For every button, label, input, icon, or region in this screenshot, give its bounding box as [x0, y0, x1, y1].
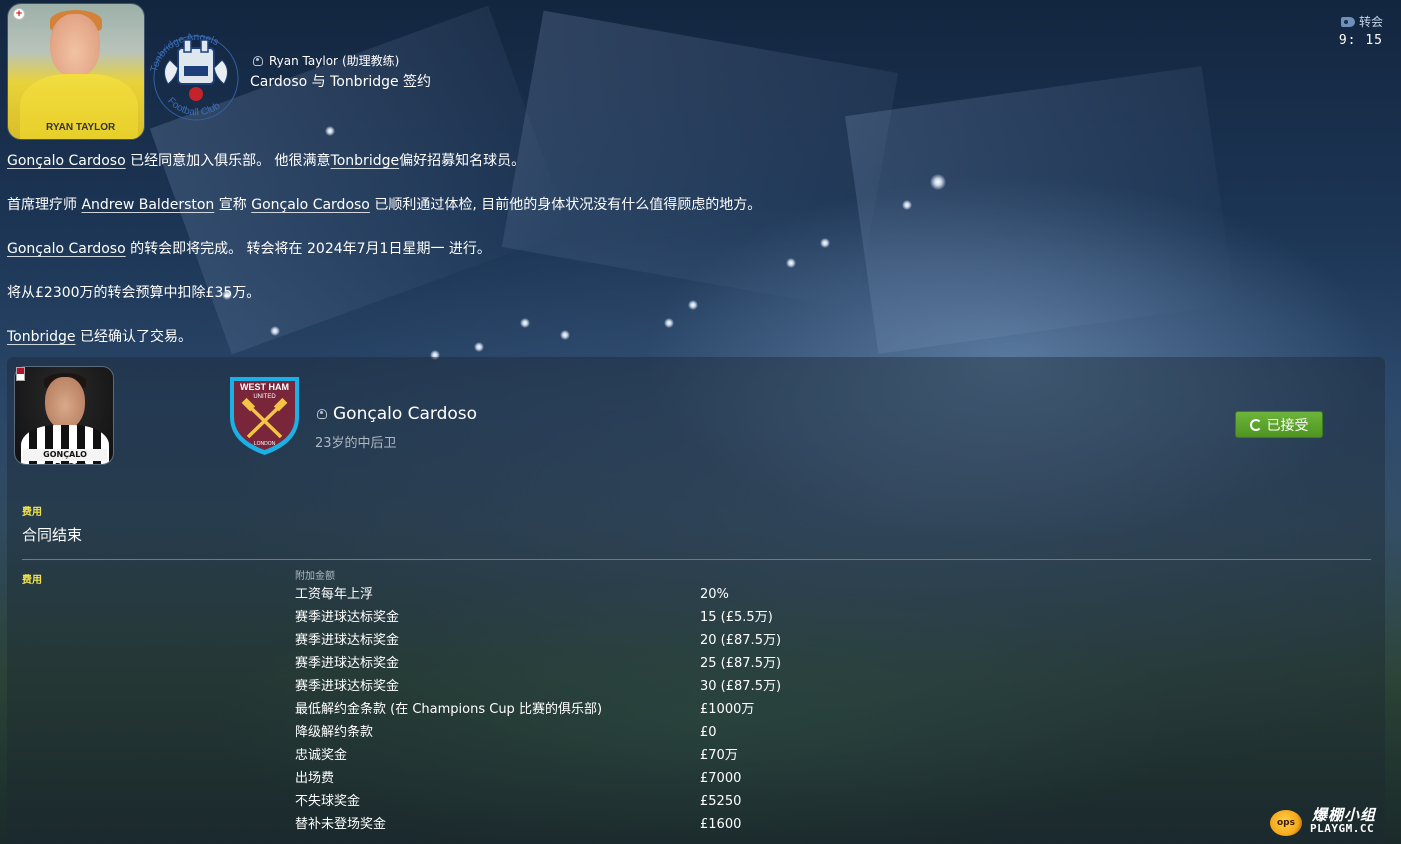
category-tag-label: 转会 — [1358, 15, 1383, 29]
player-description: 23岁的中后卫 — [315, 436, 397, 451]
watermark-logo-icon: ops — [1270, 810, 1302, 836]
news-author[interactable]: Ryan Taylor (助理教练) — [253, 52, 431, 69]
clause-value: 20 (£87.5万) — [700, 633, 782, 648]
author-name[interactable]: Ryan Taylor — [269, 54, 338, 68]
england-flag-icon: + — [13, 8, 25, 20]
clause-name: 替补未登场奖金 — [295, 817, 387, 832]
player-name-row[interactable]: Gonçalo Cardoso — [317, 404, 477, 424]
clause-name: 出场费 — [295, 771, 335, 786]
category-tag[interactable]: 转会 — [1339, 13, 1383, 30]
top-right-info: 转会 9: 15 — [1339, 13, 1383, 48]
tonbridge-crest[interactable]: Tonbridge Angels Football Club — [148, 20, 244, 124]
news-paragraph: 将从£2300万的转会预算中扣除£35万。 — [7, 285, 261, 301]
divider — [22, 559, 1371, 560]
clause-row: 替补未登场奖金 £1600 — [295, 816, 855, 839]
club-link[interactable]: Tonbridge — [331, 153, 400, 169]
player-link[interactable]: Gonçalo Cardoso — [251, 197, 370, 213]
fee-label-2: 费用 — [22, 575, 42, 586]
author-role: (助理教练) — [341, 54, 400, 68]
refresh-icon — [1249, 418, 1262, 431]
clause-name: 最低解约金条款 (在 Champions Cup 比赛的俱乐部) — [295, 702, 603, 717]
watermark-sub: PLAYGM.CC — [1310, 822, 1375, 835]
clause-row: 工资每年上浮 20% — [295, 586, 855, 609]
player-link[interactable]: Gonçalo Cardoso — [7, 241, 126, 257]
clause-name: 赛季进球达标奖金 — [295, 610, 400, 625]
clause-value: £70万 — [700, 748, 738, 763]
player-info: Gonçalo Cardoso 23岁的中后卫 — [315, 404, 477, 451]
clause-row: 赛季进球达标奖金 20 (£87.5万) — [295, 632, 855, 655]
clause-value: 15 (£5.5万) — [700, 610, 773, 625]
clause-value: 20% — [700, 587, 729, 602]
clause-name: 工资每年上浮 — [295, 587, 374, 602]
player-photo[interactable]: GONÇALO CARDOSO — [14, 366, 114, 465]
news-paragraph: Gonçalo Cardoso 的转会即将完成。 转会将在 2024年7月1日星… — [7, 241, 491, 257]
clause-row: 最低解约金条款 (在 Champions Cup 比赛的俱乐部) £1000万 — [295, 701, 855, 724]
clause-value: £7000 — [700, 771, 742, 786]
player-photo-name: GONÇALO CARDOSO — [23, 449, 107, 464]
clauses-list: 工资每年上浮 20% 赛季进球达标奖金 15 (£5.5万) 赛季进球达标奖金 20 … — [295, 586, 855, 839]
clause-value: 30 (£87.5万) — [700, 679, 782, 694]
clause-row: 赛季进球达标奖金 25 (£87.5万) — [295, 655, 855, 678]
clause-name: 降级解约条款 — [295, 725, 374, 740]
player-name[interactable]: Gonçalo Cardoso — [333, 404, 477, 424]
clause-value: £1600 — [700, 817, 742, 832]
player-link[interactable]: Gonçalo Cardoso — [7, 153, 126, 169]
news-paragraph: 首席理疗师 Andrew Balderston 宣称 Gonçalo Cardo… — [7, 197, 762, 213]
news-meta: Ryan Taylor (助理教练) Cardoso 与 Tonbridge 签… — [250, 52, 432, 91]
portugal-flag-icon — [16, 367, 25, 381]
person-icon — [317, 409, 327, 419]
accepted-status-button[interactable]: 已接受 — [1235, 411, 1323, 438]
tag-icon — [1340, 16, 1355, 27]
fee-value: 合同结束 — [22, 526, 83, 544]
clause-row: 降级解约条款 £0 — [295, 724, 855, 747]
clause-name: 赛季进球达标奖金 — [295, 656, 400, 671]
clause-row: 赛季进球达标奖金 15 (£5.5万) — [295, 609, 855, 632]
person-icon — [253, 55, 263, 66]
clause-row: 出场费 £7000 — [295, 770, 855, 793]
watermark: ops 爆棚小组 PLAYGM.CC — [1266, 800, 1396, 840]
clause-name: 不失球奖金 — [295, 794, 361, 809]
author-photo[interactable]: RYAN TAYLOR + — [7, 3, 145, 140]
clause-row: 忠诚奖金 £70万 — [295, 747, 855, 770]
clause-row: 赛季进球达标奖金 30 (£87.5万) — [295, 678, 855, 701]
west-ham-crest[interactable]: WEST HAM UNITED LONDON — [228, 375, 301, 457]
news-time: 9: 15 — [1338, 33, 1383, 48]
club-link[interactable]: Tonbridge — [7, 329, 76, 345]
fee-label: 费用 — [22, 507, 42, 518]
clause-value: £1000万 — [700, 702, 755, 717]
accepted-status-label: 已接受 — [1266, 417, 1309, 434]
svg-text:WEST HAM: WEST HAM — [240, 382, 289, 392]
clause-value: £0 — [700, 725, 717, 740]
clause-row: 不失球奖金 £5250 — [295, 793, 855, 816]
clause-value: 25 (£87.5万) — [700, 656, 782, 671]
clauses-header: 附加金额 — [295, 571, 335, 582]
staff-link[interactable]: Andrew Balderston — [81, 197, 214, 213]
news-paragraph: Gonçalo Cardoso 已经同意加入俱乐部。 他很满意Tonbridge… — [7, 153, 526, 169]
clause-name: 忠诚奖金 — [295, 748, 348, 763]
clause-name: 赛季进球达标奖金 — [295, 679, 400, 694]
news-body: Gonçalo Cardoso 已经同意加入俱乐部。 他很满意Tonbridge… — [7, 151, 1007, 371]
svg-text:LONDON: LONDON — [254, 441, 276, 447]
svg-text:UNITED: UNITED — [253, 394, 276, 400]
clause-value: £5250 — [700, 794, 742, 809]
news-subject: Cardoso 与 Tonbridge 签约 — [250, 74, 432, 90]
clause-name: 赛季进球达标奖金 — [295, 633, 400, 648]
author-photo-shirt-text: RYAN TAYLOR — [46, 122, 116, 133]
